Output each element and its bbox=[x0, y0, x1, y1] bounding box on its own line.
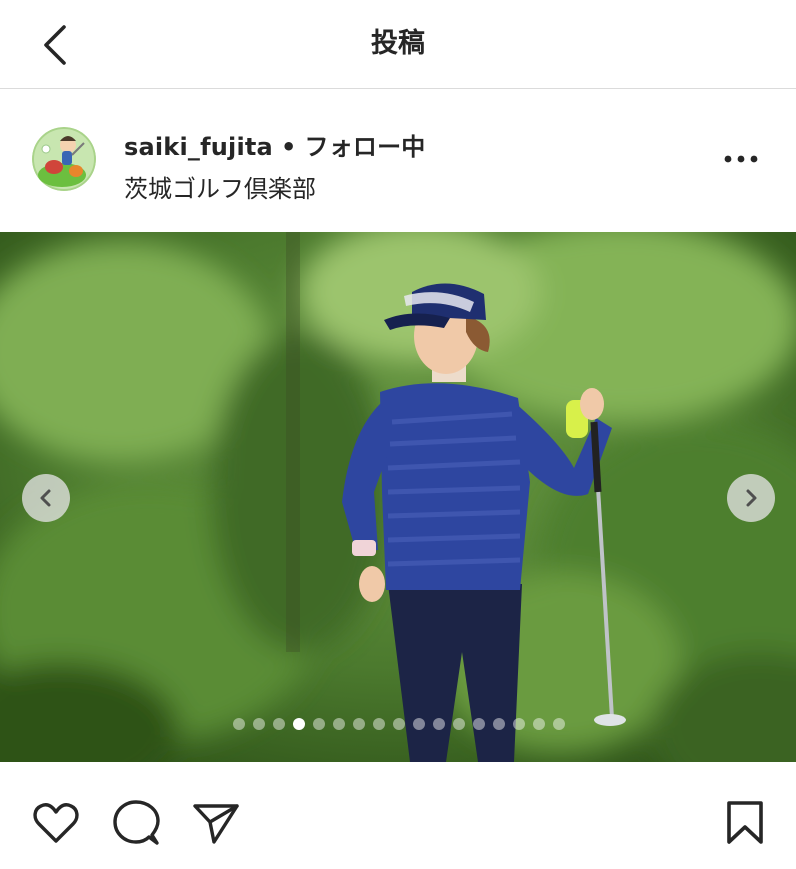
location-link[interactable]: 茨城ゴルフ倶楽部 bbox=[124, 169, 316, 204]
username-link[interactable]: saiki_fujita bbox=[124, 133, 273, 161]
post-photo bbox=[0, 232, 796, 762]
bookmark-icon bbox=[727, 801, 763, 844]
carousel-dot bbox=[433, 718, 445, 730]
carousel-prev-button[interactable] bbox=[22, 474, 70, 522]
chevron-right-icon bbox=[746, 489, 757, 507]
heart-icon bbox=[33, 803, 79, 843]
top-bar: 投稿 bbox=[0, 0, 796, 89]
carousel-dot-active bbox=[293, 718, 305, 730]
page-title: 投稿 bbox=[371, 28, 425, 59]
carousel-dot bbox=[533, 718, 545, 730]
comment-button[interactable] bbox=[111, 798, 161, 848]
carousel-dot bbox=[273, 718, 285, 730]
carousel-dot bbox=[513, 718, 525, 730]
carousel-dot bbox=[313, 718, 325, 730]
avatar-illustration bbox=[32, 127, 96, 191]
carousel-dot bbox=[393, 718, 405, 730]
back-button[interactable] bbox=[30, 20, 80, 70]
chevron-left-icon bbox=[40, 489, 51, 507]
carousel-next-button[interactable] bbox=[727, 474, 775, 522]
carousel-dot bbox=[233, 718, 245, 730]
comment-icon bbox=[113, 800, 160, 845]
save-button[interactable] bbox=[720, 798, 770, 848]
carousel-dot bbox=[453, 718, 465, 730]
carousel-indicators bbox=[0, 718, 796, 730]
chevron-left-icon bbox=[44, 25, 66, 65]
send-icon bbox=[193, 804, 239, 844]
carousel-dot bbox=[413, 718, 425, 730]
carousel-dot bbox=[493, 718, 505, 730]
action-bar bbox=[0, 762, 796, 869]
post-header: saiki_fujita • フォロー中 茨城ゴルフ倶楽部 bbox=[0, 89, 796, 232]
following-button[interactable]: フォロー中 bbox=[305, 133, 426, 161]
carousel-dot bbox=[253, 718, 265, 730]
carousel-dot bbox=[553, 718, 565, 730]
share-button[interactable] bbox=[191, 798, 241, 848]
separator-dot: • bbox=[280, 133, 297, 161]
post-media[interactable] bbox=[0, 232, 796, 762]
carousel-dot bbox=[373, 718, 385, 730]
user-line: saiki_fujita • フォロー中 bbox=[124, 127, 426, 162]
avatar[interactable] bbox=[32, 127, 96, 191]
like-button[interactable] bbox=[31, 798, 81, 848]
carousel-dot bbox=[473, 718, 485, 730]
more-horizontal-icon bbox=[724, 155, 758, 163]
carousel-dot bbox=[353, 718, 365, 730]
more-options-button[interactable] bbox=[718, 141, 764, 177]
carousel-dot bbox=[333, 718, 345, 730]
